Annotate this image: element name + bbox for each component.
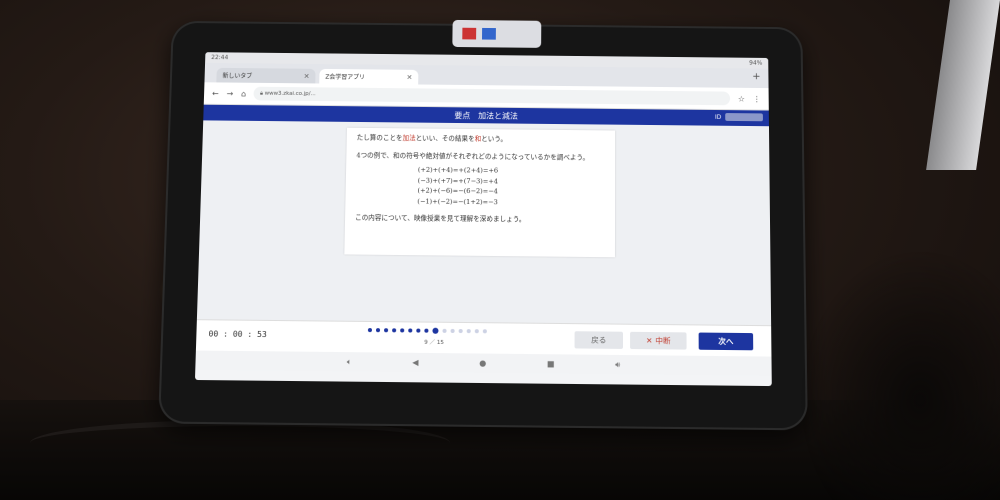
charging-cable xyxy=(30,420,450,466)
id-value-redacted xyxy=(725,113,763,122)
nav-back-icon[interactable]: ◀ xyxy=(412,358,418,367)
back-button[interactable]: 戻る xyxy=(574,331,623,349)
menu-icon[interactable]: ⋮ xyxy=(753,94,761,103)
progress-dot xyxy=(408,328,413,333)
forward-arrow-icon[interactable]: → xyxy=(226,89,233,98)
equation-list: (+2)+(+4)=+(2+4)=+6 (−3)+(+7)=+(7−3)=+4 … xyxy=(417,165,605,209)
progress-dot xyxy=(424,328,429,333)
progress-dot xyxy=(442,328,447,333)
tablet-device: 22:44 94% 新しいタブ ✕ Z会学習アプリ ✕ + ← → ⌂ 🔒︎ w… xyxy=(158,19,808,431)
page-title: 加法と減法 xyxy=(478,110,518,121)
close-icon: ✕ xyxy=(646,336,653,346)
back-arrow-icon[interactable]: ← xyxy=(212,89,219,98)
definition-text: たし算のことを加法といい、その結果を和という。 xyxy=(357,134,606,146)
progress-dot xyxy=(450,328,455,333)
background-card xyxy=(926,0,1000,170)
plus-icon[interactable]: + xyxy=(752,71,760,82)
text-part: といい、その結果を xyxy=(415,134,475,143)
id-label: ID xyxy=(714,113,722,121)
nav-recents-icon[interactable]: ■ xyxy=(547,359,555,368)
progress-dot xyxy=(482,329,487,334)
close-icon[interactable]: ✕ xyxy=(406,73,412,81)
tab-label: 新しいタブ xyxy=(222,72,253,80)
status-battery: 94% xyxy=(749,59,763,67)
bookmark-star-icon[interactable]: ☆ xyxy=(738,94,745,103)
tab-zkai[interactable]: Z会学習アプリ ✕ xyxy=(319,68,419,85)
progress-dot xyxy=(466,329,471,334)
status-time: 22:44 xyxy=(211,54,229,62)
page-counter: 9 ／ 15 xyxy=(424,339,444,347)
tab-new[interactable]: 新しいタブ ✕ xyxy=(216,67,316,84)
lesson-controls: 00 : 00 : 53 9 ／ 15 戻る ✕ 中断 次へ xyxy=(195,319,772,357)
progress-dot xyxy=(400,328,405,333)
equation: (−1)+(−2)=−(1+2)=−3 xyxy=(417,197,498,206)
close-icon[interactable]: ✕ xyxy=(304,72,310,80)
url-text: www3.zkai.co.jp/... xyxy=(264,90,316,98)
pause-button[interactable]: ✕ 中断 xyxy=(630,331,687,350)
progress-dot xyxy=(384,328,389,333)
next-button[interactable]: 次へ xyxy=(698,332,754,351)
text-part: たし算のことを xyxy=(356,133,403,143)
hand-shadow xyxy=(800,250,1000,500)
pause-label: 中断 xyxy=(655,336,671,346)
progress-dot xyxy=(432,327,439,334)
progress-dot xyxy=(458,328,463,334)
user-id: ID xyxy=(714,113,763,122)
progress-dot xyxy=(367,328,373,333)
progress-dot xyxy=(392,328,397,333)
progress-dot xyxy=(375,328,381,333)
home-icon[interactable]: ⌂ xyxy=(241,89,246,98)
progress-dot xyxy=(474,329,479,334)
volume-down-icon[interactable]: 🔈︎ xyxy=(347,357,352,367)
camera-cover-sticker xyxy=(452,19,542,48)
section-label: 要点 xyxy=(454,110,471,120)
volume-up-icon[interactable]: 🔊︎ xyxy=(615,360,620,370)
nav-home-icon[interactable]: ● xyxy=(479,359,486,368)
term-addition: 加法 xyxy=(402,134,416,143)
lesson-card: たし算のことを加法といい、その結果を和という。 4つの例で、和の符号や絶対値がそ… xyxy=(344,127,616,258)
url-input[interactable]: 🔒︎ www3.zkai.co.jp/... xyxy=(253,86,730,106)
video-prompt: この内容について、映像授業を見て理解を深めましょう。 xyxy=(355,213,526,224)
elapsed-timer: 00 : 00 : 53 xyxy=(208,329,267,340)
lesson-area: たし算のことを加法といい、その結果を和という。 4つの例で、和の符号や絶対値がそ… xyxy=(196,120,772,326)
progress-dots xyxy=(367,327,487,334)
instruction-text: 4つの例で、和の符号や絶対値がそれぞれどのようになっているかを調べよう。 xyxy=(356,150,590,162)
progress-dot xyxy=(416,328,421,333)
tablet-screen: 22:44 94% 新しいタブ ✕ Z会学習アプリ ✕ + ← → ⌂ 🔒︎ w… xyxy=(194,52,772,387)
tab-label: Z会学習アプリ xyxy=(325,73,366,82)
text-part: という。 xyxy=(481,135,508,144)
